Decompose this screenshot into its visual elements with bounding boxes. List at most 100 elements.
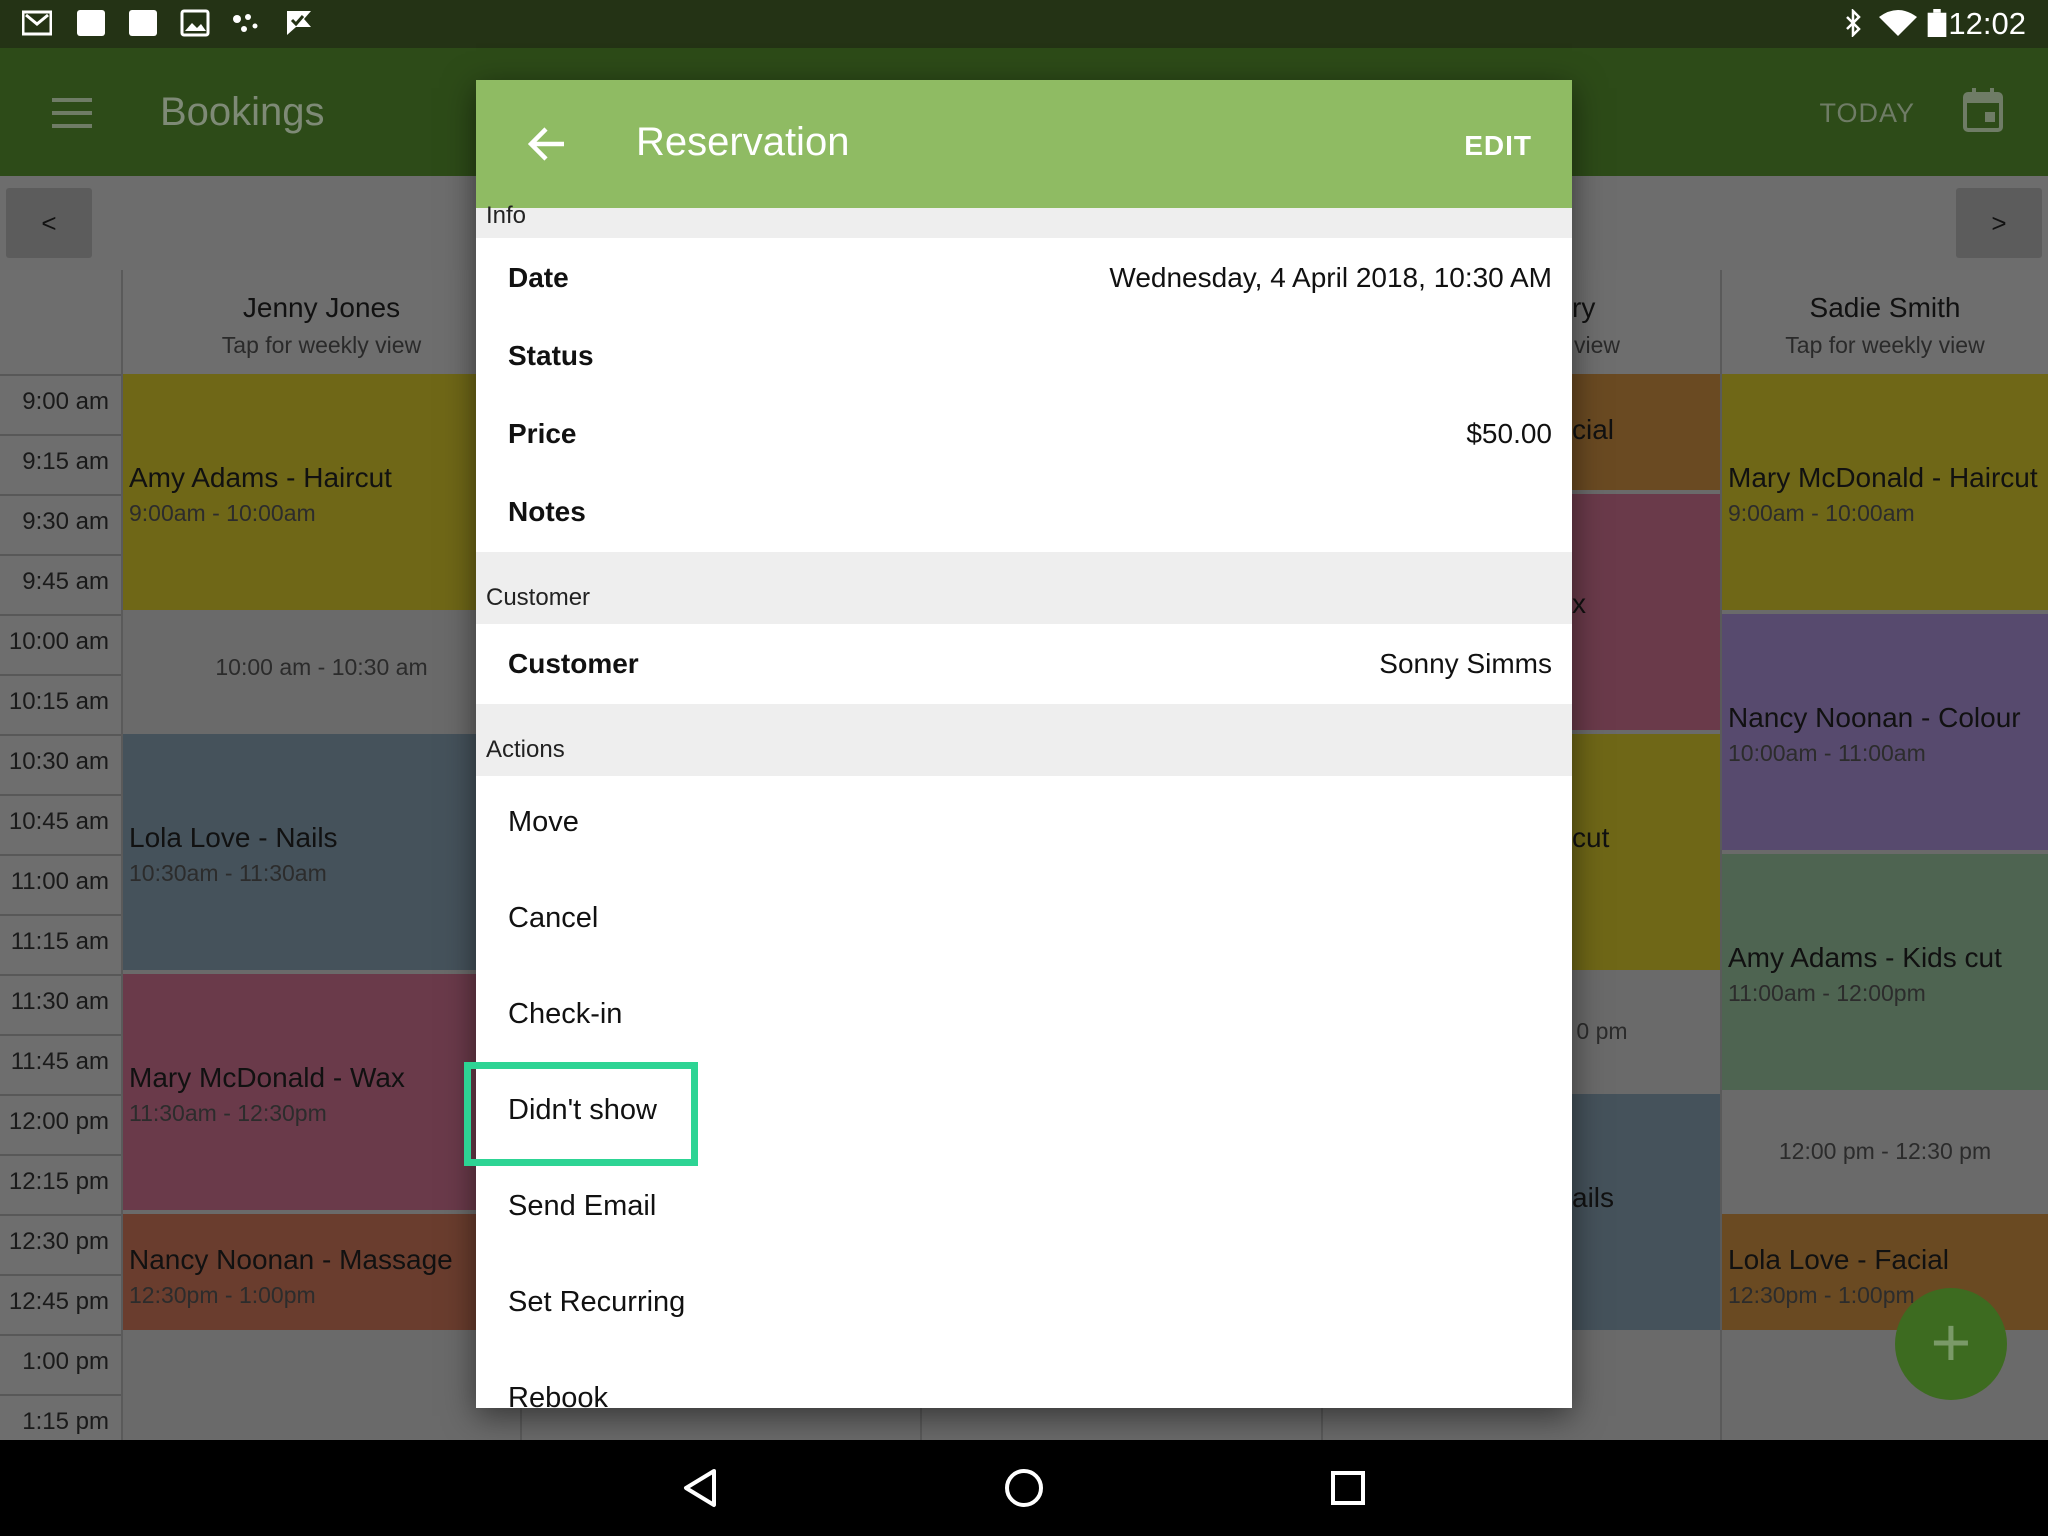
today-button[interactable]: TODAY — [1819, 98, 1915, 129]
info-row-status: Status — [476, 318, 1572, 396]
time-label: 12:00 pm — [8, 1108, 109, 1135]
appointment-block[interactable]: x — [1572, 494, 1720, 730]
appointment-title: Lola Love - Nails — [129, 822, 338, 853]
action-send-email[interactable]: Send Email — [476, 1160, 1572, 1256]
appointment-block[interactable]: Mary McDonald - Haircut 9:00am - 10:00am — [1722, 374, 2048, 610]
bluetooth-icon — [1846, 9, 1861, 37]
section-header-customer: Customer — [476, 552, 1572, 624]
appointment-block[interactable]: Nancy Noonan - Colour 10:00am - 11:00am — [1722, 614, 2048, 850]
staff-name: Jenny Jones — [242, 292, 401, 323]
staff-column-header-jenny[interactable]: Jenny Jones Tap for weekly view — [123, 270, 520, 374]
appointment-block[interactable]: Amy Adams - Haircut 9:00am - 10:00am V — [123, 374, 520, 610]
menu-icon[interactable] — [52, 98, 92, 128]
row-value: Wednesday, 4 April 2018, 10:30 AM — [1109, 262, 1552, 293]
customer-row[interactable]: Customer Sonny Simms — [476, 626, 1572, 704]
time-label: 12:45 pm — [8, 1288, 109, 1315]
section-header-info: Info — [476, 202, 1572, 238]
row-value: $50.00 — [1466, 418, 1552, 449]
customer-name: Sonny Simms — [1379, 648, 1552, 679]
square-icon — [77, 10, 105, 36]
appointment-block[interactable]: ails — [1572, 1094, 1720, 1330]
time-label: 11:00 am — [10, 868, 109, 895]
action-label: Set Recurring — [508, 1286, 686, 1318]
edit-button[interactable]: EDIT — [1464, 130, 1532, 162]
section-label: Customer — [486, 584, 591, 611]
appointment-block[interactable]: cut — [1572, 734, 1720, 970]
appointment-title: Mary McDonald - Haircut — [1728, 462, 2038, 493]
info-row-price: Price $50.00 — [476, 396, 1572, 474]
system-nav-bar — [0, 1440, 2048, 1536]
info-row-date: Date Wednesday, 4 April 2018, 10:30 AM — [476, 240, 1572, 318]
next-day-button[interactable]: > — [1956, 188, 2042, 258]
appointment-time: 12:30pm - 1:00pm — [1728, 1282, 1915, 1308]
time-label: 10:45 am — [8, 808, 109, 835]
time-label: 12:15 pm — [8, 1168, 109, 1195]
time-label: 11:45 am — [10, 1048, 109, 1075]
app-title: Bookings — [160, 90, 325, 134]
appointment-title: ails — [1572, 1182, 1615, 1213]
appointment-time: 9:00am - 10:00am — [129, 500, 316, 526]
appointment-time: 10:30am - 11:30am — [129, 860, 327, 886]
action-label: Send Email — [508, 1190, 657, 1222]
appointment-block[interactable]: cial — [1572, 374, 1720, 490]
time-label: 9:00 am — [22, 388, 109, 415]
time-label: 9:30 am — [22, 508, 109, 535]
add-booking-button[interactable]: + — [1895, 1288, 2007, 1400]
appointment-title: Nancy Noonan - Massage — [129, 1244, 453, 1275]
action-label: Cancel — [508, 902, 599, 934]
gmail-icon — [22, 10, 52, 36]
appointment-time: 10:00am - 11:00am — [1728, 740, 1926, 766]
clock-time: 12:02 — [1948, 6, 2026, 41]
row-label: Notes — [508, 496, 586, 527]
appointment-title: Mary McDonald - Wax — [129, 1062, 405, 1093]
square-icon — [129, 10, 157, 36]
appointment-title: Amy Adams - Kids cut — [1728, 942, 2002, 973]
action-label: Rebook — [508, 1382, 608, 1408]
free-slot[interactable]: 10:00 am - 10:30 am — [123, 654, 520, 681]
free-slot[interactable]: 12:00 pm - 12:30 pm — [1722, 1138, 2048, 1165]
free-slot[interactable]: 0 pm — [1572, 1018, 1632, 1045]
check-flag-icon — [287, 11, 311, 35]
info-row-notes: Notes — [476, 474, 1572, 552]
appointment-time: 11:00am - 12:00pm — [1728, 980, 1926, 1006]
action-check-in[interactable]: Check-in — [476, 968, 1572, 1064]
time-label: 1:00 pm — [22, 1348, 109, 1375]
dialog-title: Reservation — [636, 120, 850, 164]
staff-column-header-sadie[interactable]: Sadie Smith Tap for weekly view — [1722, 270, 2048, 374]
section-label: Info — [486, 202, 527, 229]
back-arrow-icon[interactable] — [528, 126, 566, 162]
time-label: 11:30 am — [10, 988, 109, 1015]
reservation-dialog: Reservation EDIT Info Date Wednesday, 4 … — [476, 80, 1572, 1408]
recents-nav-icon[interactable] — [1330, 1470, 1366, 1506]
time-label: 12:30 pm — [8, 1228, 109, 1255]
action-set-recurring[interactable]: Set Recurring — [476, 1256, 1572, 1352]
time-label: 10:00 am — [8, 628, 109, 655]
appointment-title: Lola Love - Facial — [1728, 1244, 1950, 1275]
time-label: 10:30 am — [8, 748, 109, 775]
section-header-actions: Actions — [476, 704, 1572, 776]
appointment-title: cial — [1572, 414, 1615, 445]
dots-icon — [233, 14, 258, 32]
appointment-block[interactable]: Lola Love - Facial 12:30pm - 1:00pm — [1722, 1214, 2048, 1330]
appointment-block[interactable]: Mary McDonald - Wax 11:30am - 12:30pm Co — [123, 974, 520, 1210]
dialog-header: Reservation EDIT — [476, 80, 1572, 208]
appointment-block[interactable]: Amy Adams - Kids cut 11:00am - 12:00pm — [1722, 854, 2048, 1090]
appointment-block[interactable]: Nancy Noonan - Massage 12:30pm - 1:00pm — [123, 1214, 520, 1330]
highlight-box — [464, 1062, 698, 1166]
action-cancel[interactable]: Cancel — [476, 872, 1572, 968]
prev-day-button[interactable]: < — [6, 188, 92, 258]
home-nav-icon[interactable] — [1004, 1468, 1044, 1508]
back-nav-icon[interactable] — [682, 1468, 718, 1508]
calendar-icon[interactable] — [1963, 88, 2003, 132]
action-rebook[interactable]: Rebook — [476, 1352, 1572, 1408]
action-label: Move — [508, 806, 579, 838]
row-label: Status — [508, 340, 594, 371]
time-column: 9:00 am 9:15 am 9:30 am 9:45 am 10:00 am 10:1… — [0, 270, 121, 1440]
appointment-title: Nancy Noonan - Colour — [1728, 702, 2021, 733]
appointment-block[interactable]: Lola Love - Nails 10:30am - 11:30am F — [123, 734, 520, 970]
appointment-time: 9:00am - 10:00am — [1728, 500, 1915, 526]
action-move[interactable]: Move — [476, 776, 1572, 872]
time-label: 10:15 am — [8, 688, 109, 715]
row-label: Customer — [508, 648, 639, 679]
status-bar: 12:02 — [0, 0, 2048, 48]
